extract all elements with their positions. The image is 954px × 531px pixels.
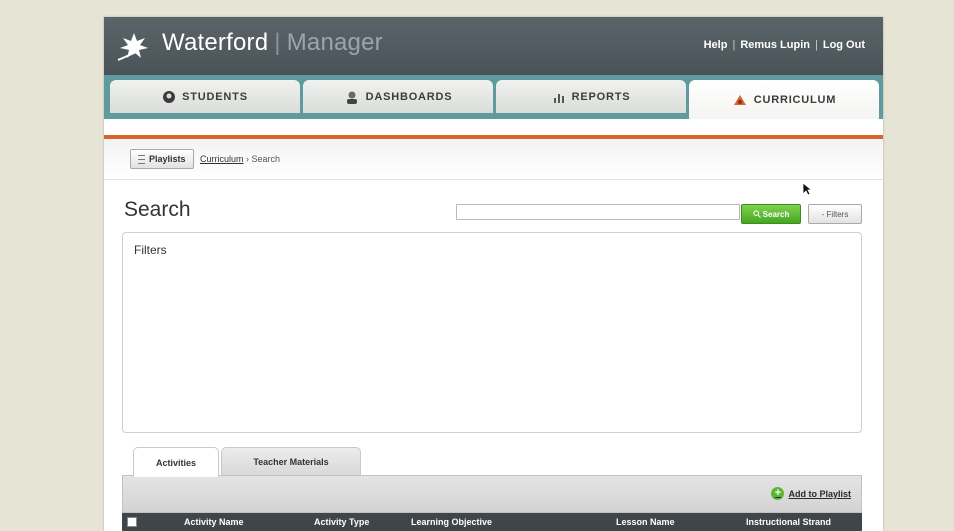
breadcrumb-bar: Playlists Curriculum › Search xyxy=(104,139,883,180)
playlists-button[interactable]: Playlists xyxy=(130,149,194,169)
waterford-leaf-logo-icon xyxy=(117,33,148,61)
filters-title: Filters xyxy=(134,243,167,257)
brand-product: Manager xyxy=(286,29,383,56)
brand-name: Waterford xyxy=(162,29,269,56)
breadcrumb: Curriculum › Search xyxy=(200,154,280,164)
tab-dashboards[interactable]: DASHBOARDS xyxy=(303,80,493,113)
tab-curriculum-label: CURRICULUM xyxy=(753,93,837,106)
bar-chart-icon xyxy=(553,93,564,103)
column-learning-objective[interactable]: Learning Objective xyxy=(411,517,492,527)
column-lesson-name[interactable]: Lesson Name xyxy=(616,517,675,527)
list-icon xyxy=(138,154,145,164)
tab-teacher-materials[interactable]: Teacher Materials xyxy=(221,447,361,476)
app-window: Waterford | Manager Help | Remus Lupin | Log O… xyxy=(104,17,883,531)
top-links: Help | Remus Lupin | Log Out xyxy=(703,39,865,51)
page-title: Search xyxy=(124,198,191,221)
results-table-header: Activity Name Activity Type Learning Obj… xyxy=(122,513,862,531)
tab-students[interactable]: STUDENTS xyxy=(110,80,300,113)
search-button-label: Search xyxy=(762,209,790,219)
add-to-playlist-label: Add to Playlist xyxy=(788,488,851,499)
brand-title: Waterford | Manager xyxy=(162,29,383,57)
tab-reports[interactable]: REPORTS xyxy=(496,80,686,113)
search-input[interactable] xyxy=(456,204,740,220)
breadcrumb-separator: › xyxy=(246,154,250,164)
main-tab-bar: STUDENTS DASHBOARDS REPORTS CURRICULUM xyxy=(104,75,883,119)
search-button[interactable]: Search xyxy=(741,204,801,224)
app-header: Waterford | Manager Help | Remus Lupin | Log O… xyxy=(104,17,883,75)
breadcrumb-curriculum-link[interactable]: Curriculum xyxy=(200,154,244,164)
tab-content-top xyxy=(104,119,883,135)
select-all-checkbox[interactable] xyxy=(127,517,137,527)
tab-dashboards-label: DASHBOARDS xyxy=(365,90,453,103)
mouse-pointer-icon xyxy=(802,182,812,196)
column-activity-name[interactable]: Activity Name xyxy=(184,517,244,527)
user-name-link[interactable]: Remus Lupin xyxy=(740,39,810,51)
results-toolbar: + Add to Playlist xyxy=(122,475,862,513)
plus-icon: + xyxy=(771,487,785,500)
tab-curriculum[interactable]: CURRICULUM xyxy=(689,80,879,119)
curriculum-icon xyxy=(733,94,746,105)
help-link[interactable]: Help xyxy=(704,39,728,51)
magnifier-icon xyxy=(753,210,761,218)
filters-panel: Filters xyxy=(122,232,862,433)
tab-reports-label: REPORTS xyxy=(571,90,631,103)
add-to-playlist-button[interactable]: + Add to Playlist xyxy=(771,487,851,500)
column-instructional-strand[interactable]: Instructional Strand xyxy=(746,517,831,527)
log-out-link[interactable]: Log Out xyxy=(823,39,865,51)
tab-students-label: STUDENTS xyxy=(182,90,248,103)
dashboard-icon xyxy=(346,91,357,104)
playlists-button-label: Playlists xyxy=(149,154,186,164)
student-icon xyxy=(163,90,176,103)
filters-toggle-button[interactable]: - Filters xyxy=(808,204,862,224)
breadcrumb-current: Search xyxy=(251,154,281,164)
brand-separator: | xyxy=(274,29,281,56)
tab-activities[interactable]: Activities xyxy=(133,447,219,477)
column-activity-type[interactable]: Activity Type xyxy=(314,517,369,527)
